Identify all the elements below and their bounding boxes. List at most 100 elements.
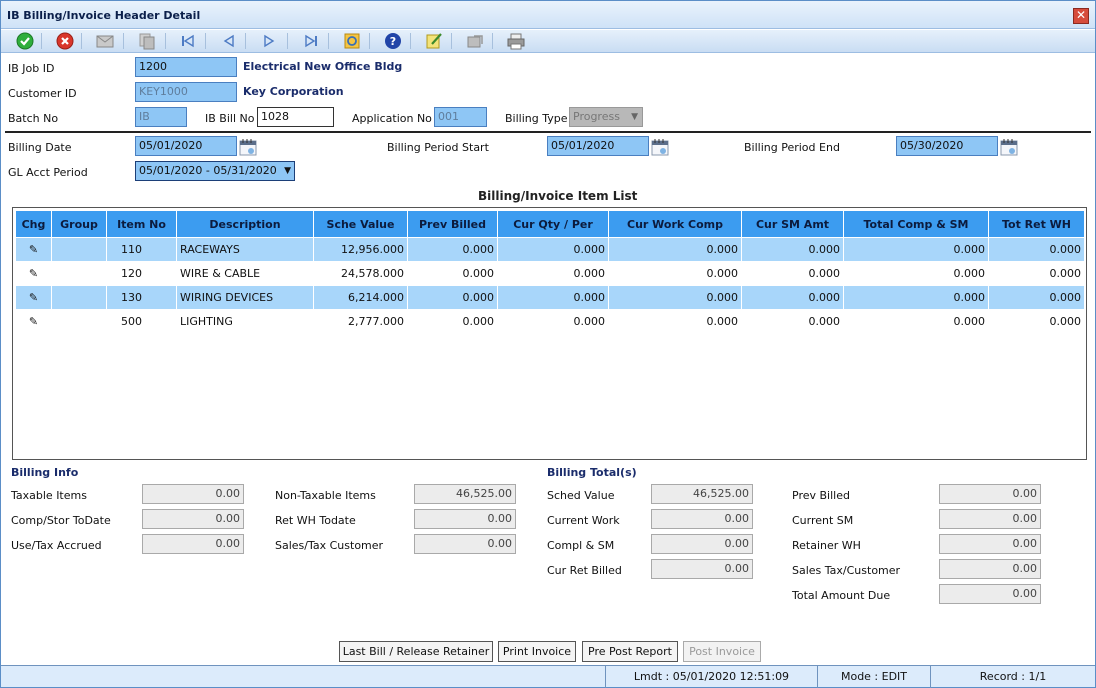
cancel-icon[interactable]: [55, 32, 75, 50]
last-record-icon[interactable]: [301, 32, 321, 50]
close-icon[interactable]: ✕: [1073, 8, 1089, 24]
column-header[interactable]: Cur Qty / Per: [497, 210, 609, 238]
cell-cur-work: 0.000: [608, 309, 742, 334]
billing-type-select[interactable]: Progress ▼: [569, 107, 643, 127]
column-header[interactable]: Chg: [15, 210, 52, 238]
retainer-wh-field[interactable]: 0.00: [939, 534, 1041, 554]
mode-status: Mode : EDIT: [817, 666, 930, 688]
pre-post-report-button[interactable]: Pre Post Report: [582, 641, 678, 662]
notes-icon[interactable]: [424, 32, 444, 50]
bill-no-field[interactable]: 1028: [257, 107, 334, 127]
sched-value-label: Sched Value: [547, 489, 615, 502]
calendar-icon[interactable]: [999, 137, 1019, 157]
column-header[interactable]: Description: [176, 210, 314, 238]
comp-stor-field[interactable]: 0.00: [142, 509, 244, 529]
save-icon[interactable]: [15, 32, 35, 50]
column-header[interactable]: Cur SM Amt: [741, 210, 844, 238]
batch-no-field[interactable]: IB: [135, 107, 187, 127]
cell-prev-billed: 0.000: [407, 237, 498, 262]
cell-item-no: 120: [106, 261, 177, 286]
edit-row-icon[interactable]: ✎: [15, 261, 52, 286]
table-row[interactable]: ✎ 500 LIGHTING 2,777.000 0.000 0.000 0.0…: [15, 309, 1085, 334]
column-header[interactable]: Tot Ret WH: [988, 210, 1085, 238]
prev-billed-field[interactable]: 0.00: [939, 484, 1041, 504]
cell-cur-sm: 0.000: [741, 261, 844, 286]
post-invoice-button[interactable]: Post Invoice: [683, 641, 761, 662]
customer-id-field[interactable]: KEY1000: [135, 82, 237, 102]
export-icon[interactable]: [465, 32, 485, 50]
table-row[interactable]: ✎ 130 WIRING DEVICES 6,214.000 0.000 0.0…: [15, 285, 1085, 310]
compl-sm-label: Compl & SM: [547, 539, 615, 552]
copy-icon[interactable]: [137, 32, 157, 50]
column-header[interactable]: Total Comp & SM: [843, 210, 989, 238]
chevron-down-icon: ▼: [282, 162, 291, 180]
mail-icon[interactable]: [95, 32, 115, 50]
column-header[interactable]: Prev Billed: [407, 210, 498, 238]
current-work-field[interactable]: 0.00: [651, 509, 753, 529]
sales-tax-field[interactable]: 0.00: [414, 534, 516, 554]
current-sm-field[interactable]: 0.00: [939, 509, 1041, 529]
cur-ret-field[interactable]: 0.00: [651, 559, 753, 579]
period-end-field[interactable]: 05/30/2020: [896, 136, 998, 156]
first-record-icon[interactable]: [178, 32, 198, 50]
print-invoice-button[interactable]: Print Invoice: [498, 641, 576, 662]
billing-type-label: Billing Type: [505, 112, 568, 125]
calendar-icon[interactable]: [650, 137, 670, 157]
comp-stor-label: Comp/Stor ToDate: [11, 514, 111, 527]
table-row[interactable]: ✎ 120 WIRE & CABLE 24,578.000 0.000 0.00…: [15, 261, 1085, 286]
period-start-label: Billing Period Start: [387, 141, 489, 154]
title-bar: IB Billing/Invoice Header Detail ✕: [1, 1, 1095, 29]
period-start-field[interactable]: 05/01/2020: [547, 136, 649, 156]
table-header-row: Chg Group Item No Description Sche Value…: [15, 210, 1085, 238]
application-no-label: Application No: [352, 112, 432, 125]
sales-tax-customer-field[interactable]: 0.00: [939, 559, 1041, 579]
gl-period-select[interactable]: 05/01/2020 - 05/31/2020 ▼: [135, 161, 295, 181]
window-title: IB Billing/Invoice Header Detail: [7, 9, 201, 22]
billing-date-label: Billing Date: [8, 141, 72, 154]
non-taxable-field[interactable]: 46,525.00: [414, 484, 516, 504]
edit-row-icon[interactable]: ✎: [15, 285, 52, 310]
print-icon[interactable]: [506, 32, 526, 50]
application-no-field[interactable]: 001: [434, 107, 487, 127]
cell-total-comp: 0.000: [843, 285, 989, 310]
total-due-field[interactable]: 0.00: [939, 584, 1041, 604]
period-end-label: Billing Period End: [744, 141, 840, 154]
use-tax-label: Use/Tax Accrued: [11, 539, 102, 552]
edit-row-icon[interactable]: ✎: [15, 309, 52, 334]
last-bill-release-retainer-button[interactable]: Last Bill / Release Retainer: [339, 641, 493, 662]
calendar-icon[interactable]: [238, 137, 258, 157]
taxable-items-field[interactable]: 0.00: [142, 484, 244, 504]
prev-billed-label: Prev Billed: [792, 489, 850, 502]
billing-date-field[interactable]: 05/01/2020: [135, 136, 237, 156]
next-record-icon[interactable]: [259, 32, 279, 50]
chevron-down-icon: ▼: [631, 112, 638, 122]
job-id-field[interactable]: 1200: [135, 57, 237, 77]
table-row[interactable]: ✎ 110 RACEWAYS 12,956.000 0.000 0.000 0.…: [15, 237, 1085, 262]
cell-item-no: 500: [106, 309, 177, 334]
edit-row-icon[interactable]: ✎: [15, 237, 52, 262]
customer-id-label: Customer ID: [8, 87, 77, 100]
cell-cur-work: 0.000: [608, 285, 742, 310]
compl-sm-field[interactable]: 0.00: [651, 534, 753, 554]
column-header[interactable]: Group: [51, 210, 107, 238]
prev-record-icon[interactable]: [219, 32, 239, 50]
cell-cur-sm: 0.000: [741, 285, 844, 310]
job-name: Electrical New Office Bldg: [243, 60, 403, 73]
last-modified-status: Lmdt : 05/01/2020 12:51:09: [605, 666, 817, 688]
refresh-icon[interactable]: [342, 32, 362, 50]
gl-period-label: GL Acct Period: [8, 166, 88, 179]
cell-cur-sm: 0.000: [741, 309, 844, 334]
use-tax-field[interactable]: 0.00: [142, 534, 244, 554]
column-header[interactable]: Cur Work Comp: [608, 210, 742, 238]
current-sm-label: Current SM: [792, 514, 854, 527]
sched-value-field[interactable]: 46,525.00: [651, 484, 753, 504]
help-icon[interactable]: ?: [383, 32, 403, 50]
cell-description: WIRING DEVICES: [176, 285, 314, 310]
ret-wh-field[interactable]: 0.00: [414, 509, 516, 529]
retainer-wh-label: Retainer WH: [792, 539, 861, 552]
cell-group: [51, 261, 107, 286]
column-header[interactable]: Item No: [106, 210, 177, 238]
column-header[interactable]: Sche Value: [313, 210, 408, 238]
cell-total-comp: 0.000: [843, 261, 989, 286]
item-table: Chg Group Item No Description Sche Value…: [15, 210, 1085, 334]
